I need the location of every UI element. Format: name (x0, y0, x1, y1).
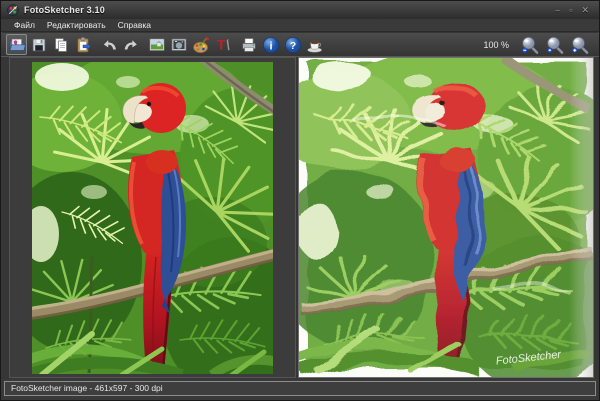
info-button[interactable]: i (260, 34, 281, 55)
save-floppy-icon (30, 36, 48, 54)
zoom-in-button[interactable] (569, 34, 590, 55)
window-title: FotoSketcher 3.10 (24, 5, 105, 15)
landscape-photo-icon (148, 36, 166, 54)
copy-button[interactable] (50, 34, 71, 55)
help-button[interactable]: ? (282, 34, 303, 55)
status-text: FotoSketcher image - 461x597 - 300 dpi (4, 381, 596, 396)
zoom-out-button[interactable] (519, 34, 540, 55)
donate-coffee-button[interactable] (304, 34, 325, 55)
text-tool-icon: T (214, 36, 232, 54)
redo-button[interactable] (120, 34, 141, 55)
zoom-in-icon (570, 35, 589, 55)
menu-file[interactable]: Файл (9, 20, 40, 30)
zoom-level-label: 100 % (483, 40, 509, 50)
app-window: FotoSketcher 3.10 – ▫ ✕ Файл Редактирова… (0, 0, 600, 401)
add-text-button[interactable]: T (212, 34, 233, 55)
undo-button[interactable] (98, 34, 119, 55)
open-folder-icon (8, 36, 26, 54)
svg-text:T: T (217, 36, 226, 52)
original-photo (32, 62, 273, 374)
undo-arrow-icon (100, 36, 118, 54)
menu-bar: Файл Редактировать Справка (1, 19, 599, 32)
zoom-100-button[interactable] (544, 34, 565, 55)
menu-edit[interactable]: Редактировать (42, 20, 111, 30)
menu-help[interactable]: Справка (113, 20, 156, 30)
maximize-button[interactable]: ▫ (569, 6, 572, 15)
palette-button[interactable] (190, 34, 211, 55)
paste-button[interactable] (72, 34, 93, 55)
svg-text:?: ? (289, 40, 295, 52)
help-icon: ? (284, 36, 302, 54)
artist-palette-icon (192, 36, 210, 54)
print-button[interactable] (238, 34, 259, 55)
printer-icon (240, 36, 258, 54)
redo-arrow-icon (122, 36, 140, 54)
original-image-panel (9, 57, 296, 378)
drawing-parameters-button[interactable] (168, 34, 189, 55)
save-button[interactable] (28, 34, 49, 55)
zoom-out-icon (520, 35, 539, 55)
title-bar: FotoSketcher 3.10 – ▫ ✕ (1, 1, 599, 19)
painted-image-panel: FotoSketcher (298, 57, 594, 378)
copy-icon (52, 36, 70, 54)
framed-picture-icon (170, 36, 188, 54)
status-bar: FotoSketcher image - 461x597 - 300 dpi (1, 379, 599, 401)
paste-clipboard-icon (74, 36, 92, 54)
svg-text:i: i (269, 40, 272, 52)
coffee-cup-icon (306, 36, 324, 54)
draw-button[interactable] (146, 34, 167, 55)
app-icon (7, 4, 19, 16)
minimize-button[interactable]: – (555, 6, 560, 15)
toolbar: T i ? (1, 33, 599, 57)
open-image-button[interactable] (6, 34, 27, 55)
info-icon: i (262, 36, 280, 54)
workspace: FotoSketcher (1, 57, 599, 379)
painted-image: FotoSketcher (299, 58, 593, 377)
zoom-100-icon (545, 35, 564, 55)
close-button[interactable]: ✕ (581, 6, 589, 15)
